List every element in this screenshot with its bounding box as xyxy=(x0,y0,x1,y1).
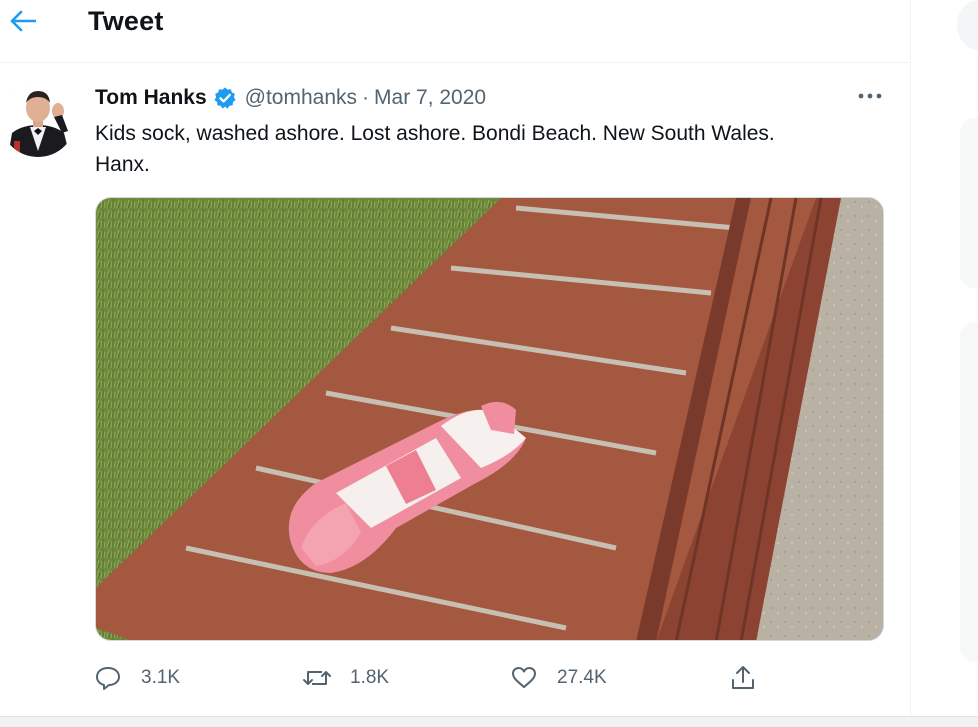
sidebar-card xyxy=(960,118,978,288)
separator-dot: · xyxy=(362,86,370,109)
bottom-scrollbar[interactable] xyxy=(0,716,978,727)
reply-icon xyxy=(96,667,120,690)
page-header: Tweet xyxy=(0,0,910,63)
retweet-count: 1.8K xyxy=(350,667,390,688)
avatar[interactable] xyxy=(0,81,76,157)
reply-button[interactable]: 3.1K xyxy=(95,660,180,696)
retweet-icon xyxy=(303,671,331,685)
page: Tweet Tom Hanks @tomhanks · Mar 7, 2020 … xyxy=(0,0,978,727)
photo-sock-on-brick-wall xyxy=(96,198,883,640)
verified-badge-icon xyxy=(213,86,237,110)
back-button[interactable] xyxy=(6,4,40,38)
tweet-text-line: Kids sock, washed ashore. Lost ashore. B… xyxy=(95,122,775,145)
author-name[interactable]: Tom Hanks xyxy=(95,86,207,110)
more-options-button[interactable] xyxy=(856,84,884,108)
share-button[interactable] xyxy=(731,660,755,696)
heart-icon xyxy=(512,667,536,688)
like-button[interactable]: 27.4K xyxy=(511,660,607,696)
share-icon xyxy=(732,666,754,689)
tweet-photo[interactable] xyxy=(95,197,884,641)
reply-count: 3.1K xyxy=(141,667,181,688)
tweet-actions: 3.1K 1.8K 27.4K xyxy=(95,660,885,696)
author-row: Tom Hanks @tomhanks · Mar 7, 2020 xyxy=(95,84,486,112)
avatar-image xyxy=(0,81,76,157)
like-count: 27.4K xyxy=(557,667,607,688)
page-title: Tweet xyxy=(88,6,164,36)
retweet-button[interactable]: 1.8K xyxy=(302,660,389,696)
tweet-text-line: Hanx. xyxy=(95,153,150,176)
author-handle[interactable]: @tomhanks xyxy=(245,86,357,110)
arrow-left-icon xyxy=(10,10,36,32)
more-horizontal-icon xyxy=(858,93,882,99)
tweet-date[interactable]: Mar 7, 2020 xyxy=(374,86,486,110)
tweet-text: Kids sock, washed ashore. Lost ashore. B… xyxy=(95,118,885,180)
sidebar-card xyxy=(960,322,978,662)
main-column: Tweet Tom Hanks @tomhanks · Mar 7, 2020 … xyxy=(0,0,911,727)
